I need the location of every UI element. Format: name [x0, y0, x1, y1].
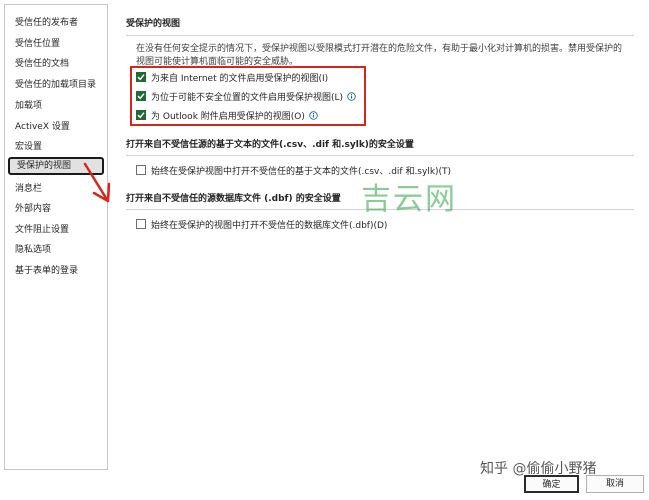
watermark-brand: 吉云网: [361, 182, 457, 217]
option-label: 为来自 Internet 的文件启用受保护的视图(I): [151, 73, 329, 84]
description-line: 在没有任何安全提示的情况下，受保护视图以受限模式打开潜在的危险文件，有助于最小化…: [136, 44, 623, 54]
info-icon[interactable]: [347, 91, 356, 101]
sidebar-item-trusted-locations[interactable]: 受信任位置: [8, 35, 104, 53]
ok-button[interactable]: 确定: [524, 475, 579, 493]
section-title-text-files: 打开来自不受信任源的基于文本的文件(.csv、.dif 和.sylk)的安全设置: [126, 140, 414, 150]
sidebar-item-trusted-addin-catalogs[interactable]: 受信任的加载项目录: [8, 76, 104, 94]
sidebar-item-file-block-settings[interactable]: 文件阻止设置: [8, 221, 104, 239]
sidebar-item-macro-settings[interactable]: 宏设置: [8, 138, 104, 156]
checkbox-internet-files[interactable]: [136, 72, 146, 82]
option-label: 为 Outlook 附件启用受保护的视图(O): [151, 111, 305, 122]
info-icon[interactable]: [309, 110, 318, 120]
main-panel: 受保护的视图 在没有任何安全提示的情况下，受保护视图以受限模式打开潜在的危险文件…: [118, 0, 642, 500]
sidebar-item-addins[interactable]: 加载项: [8, 97, 104, 115]
cancel-button[interactable]: 取消: [586, 475, 644, 493]
checkbox-dbf-files-protected[interactable]: [136, 219, 146, 229]
option-label: 始终在受保护的视图中打开不受信任的数据库文件(.dbf)(D): [151, 220, 388, 231]
sidebar-item-form-based-signin[interactable]: 基于表单的登录: [8, 262, 104, 280]
section-divider: [126, 35, 634, 36]
sidebar-item-privacy-options[interactable]: 隐私选项: [8, 241, 104, 259]
option-dbf-files-protected[interactable]: 始终在受保护的视图中打开不受信任的数据库文件(.dbf)(D): [136, 216, 387, 232]
check-icon: [137, 74, 145, 81]
sidebar-item-trusted-documents[interactable]: 受信任的文档: [8, 55, 104, 73]
checkbox-outlook-attachments[interactable]: [136, 110, 146, 120]
option-label: 为位于可能不安全位置的文件启用受保护视图(L): [151, 92, 344, 103]
section-title-protected-view: 受保护的视图: [126, 19, 181, 29]
trust-center-sidebar: 受信任的发布者 受信任位置 受信任的文档 受信任的加载项目录 加载项 Activ…: [4, 4, 108, 470]
option-unsafe-locations[interactable]: 为位于可能不安全位置的文件启用受保护视图(L): [136, 88, 356, 104]
check-icon: [137, 112, 145, 119]
sidebar-item-activex-settings[interactable]: ActiveX 设置: [8, 118, 104, 136]
checkbox-unsafe-locations[interactable]: [136, 91, 146, 101]
option-outlook-attachments[interactable]: 为 Outlook 附件启用受保护的视图(O): [136, 107, 318, 123]
sidebar-item-trusted-publishers[interactable]: 受信任的发布者: [8, 14, 104, 32]
section-divider: [126, 155, 634, 156]
annotation-arrow: [83, 162, 111, 203]
checkbox-text-files-protected[interactable]: [136, 165, 146, 175]
section-title-database-files: 打开来自不受信任的源数据库文件 (.dbf) 的安全设置: [126, 194, 341, 204]
option-internet-files[interactable]: 为来自 Internet 的文件启用受保护的视图(I): [136, 69, 328, 85]
check-icon: [137, 93, 145, 100]
